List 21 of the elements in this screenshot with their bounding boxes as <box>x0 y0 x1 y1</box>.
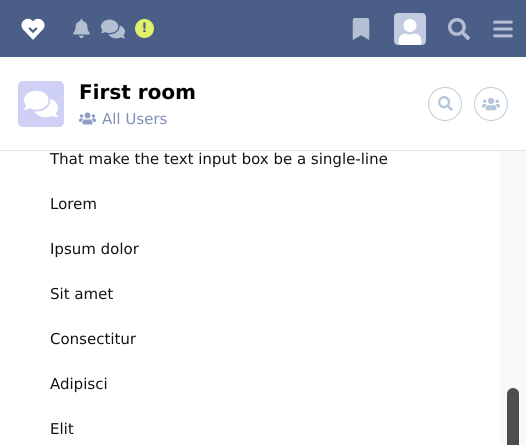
search-icon <box>438 96 452 111</box>
room-title: First room <box>79 80 197 104</box>
message-text: Ipsum dolor <box>50 238 140 260</box>
message-text: Adipisci <box>50 374 109 394</box>
search-icon[interactable] <box>448 18 470 40</box>
users-icon <box>482 94 500 112</box>
message-text: Sit amet <box>50 284 114 304</box>
bookmark-icon[interactable] <box>350 18 372 40</box>
message-text: That make the text input box be a single-line <box>50 151 389 170</box>
menu-icon[interactable] <box>492 18 514 40</box>
avatar[interactable] <box>394 12 426 44</box>
message-text: Lorem <box>50 194 98 214</box>
message-text: Consectitur <box>50 328 138 350</box>
message-text: Elit <box>50 418 75 440</box>
scrollbar-thumb[interactable] <box>507 388 519 445</box>
alert-badge[interactable]: ! <box>135 19 154 38</box>
bell-icon[interactable] <box>72 19 91 38</box>
users-icon <box>79 110 96 127</box>
room-icon <box>18 80 64 126</box>
audience-link[interactable]: All Users <box>102 110 168 128</box>
chat-icon[interactable] <box>101 16 125 40</box>
